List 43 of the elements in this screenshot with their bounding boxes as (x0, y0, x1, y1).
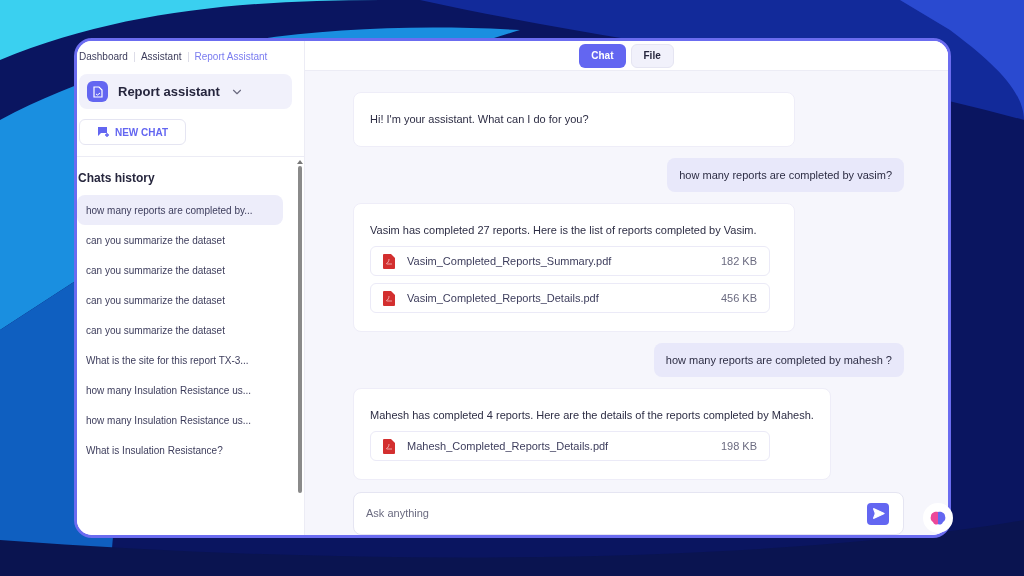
chat-history-item[interactable]: What is the site for this report TX-3... (77, 345, 283, 375)
file-attachment[interactable]: Mahesh_Completed_Reports_Details.pdf 198 KB (370, 431, 770, 461)
breadcrumb-link[interactable]: Assistant (140, 49, 182, 64)
send-icon (871, 507, 885, 520)
file-attachment[interactable]: Vasim_Completed_Reports_Summary.pdf 182 KB (370, 246, 770, 276)
user-message: how many reports are completed by mahesh ? (653, 343, 904, 377)
file-size: 182 KB (720, 253, 757, 269)
chat-plus-icon (96, 126, 110, 138)
breadcrumb-link[interactable]: Dashboard (79, 49, 128, 64)
section-title: Chats history (77, 170, 156, 187)
chat-history-item[interactable]: can you summarize the dataset (77, 255, 283, 285)
new-chat-button[interactable]: NEW CHAT (79, 119, 186, 145)
message-input[interactable]: Ask anything (353, 492, 904, 535)
scroll-up-icon[interactable] (297, 160, 303, 164)
send-button[interactable] (867, 502, 889, 525)
breadcrumb-link[interactable]: Report Assistant (194, 49, 268, 64)
pdf-file-icon (383, 253, 395, 269)
pdf-file-icon (383, 438, 395, 454)
tab[interactable]: Chat (579, 43, 626, 68)
document-icon (87, 81, 108, 102)
chat-history-item[interactable]: can you summarize the dataset (77, 315, 283, 345)
file-name: Mahesh_Completed_Reports_Details.pdf (407, 438, 610, 454)
file-name: Vasim_Completed_Reports_Summary.pdf (407, 253, 613, 269)
selector-label: Report assistant (118, 82, 220, 101)
message-text: Hi! I'm your assistant. What can I do for you? (370, 112, 590, 126)
assistant-selector[interactable]: Report assistant (79, 74, 292, 109)
brain-icon (930, 510, 946, 526)
message-text: Vasim has completed 27 reports. Here is the list of reports completed by Vasim. (370, 223, 758, 237)
chat-history-item[interactable]: how many Insulation Resistance us... (77, 405, 283, 435)
message-text: Mahesh has completed 4 reports. Here are the details of the reports completed by Mahesh. (370, 408, 814, 422)
chat-history-item[interactable]: how many Insulation Resistance us... (77, 375, 283, 405)
file-name: Vasim_Completed_Reports_Details.pdf (407, 290, 600, 306)
chat-history-item[interactable]: can you summarize the dataset (77, 225, 283, 255)
user-message: how many reports are completed by vasim? (667, 158, 904, 192)
chat-history-item[interactable]: What is Insulation Resistance? (77, 435, 283, 465)
file-attachment[interactable]: Vasim_Completed_Reports_Details.pdf 456 KB (370, 283, 770, 313)
file-size: 456 KB (720, 290, 757, 306)
chat-history-item[interactable]: can you summarize the dataset (77, 285, 283, 315)
composer-input[interactable]: Ask anything (366, 505, 867, 522)
chat-history-item[interactable]: how many reports are completed by... (77, 195, 283, 225)
pdf-file-icon (383, 290, 395, 306)
tab[interactable]: File (630, 43, 674, 68)
file-size: 198 KB (720, 438, 757, 454)
